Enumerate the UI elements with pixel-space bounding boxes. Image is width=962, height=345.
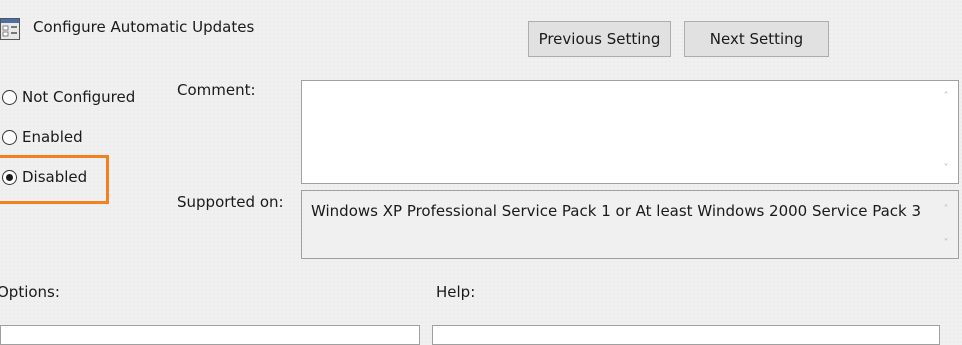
not-configured-label: Not Configured [22,88,136,106]
radio-button-icon[interactable] [2,129,17,145]
disabled-label: Disabled [22,168,88,186]
policy-setting-icon [0,18,20,40]
page-title: Configure Automatic Updates [33,18,255,36]
enabled-label: Enabled [22,128,83,146]
scroll-up-icon[interactable]: ˄ [940,91,952,103]
scroll-down-icon[interactable]: ˅ [940,238,952,250]
enabled-radio[interactable]: Enabled [2,125,83,149]
supported-on-label: Supported on: [177,193,284,211]
supported-on-value: Windows XP Professional Service Pack 1 o… [311,202,922,220]
not-configured-radio[interactable]: Not Configured [2,85,135,109]
help-label: Help: [436,283,476,301]
supported-on-field: Windows XP Professional Service Pack 1 o… [301,190,959,259]
scroll-up-icon[interactable]: ˄ [940,204,952,216]
scroll-down-icon[interactable]: ˅ [940,163,952,175]
next-setting-button[interactable]: Next Setting [684,21,829,57]
options-label: Options: [0,283,60,301]
previous-setting-button[interactable]: Previous Setting [528,21,671,57]
radio-button-icon[interactable] [2,89,17,105]
radio-button-checked-icon[interactable] [2,169,17,185]
options-pane[interactable] [0,325,420,345]
help-pane[interactable] [432,325,940,345]
comment-label: Comment: [177,81,256,99]
comment-textarea[interactable]: ˄ ˅ [301,80,959,184]
disabled-radio[interactable]: Disabled [2,165,87,189]
